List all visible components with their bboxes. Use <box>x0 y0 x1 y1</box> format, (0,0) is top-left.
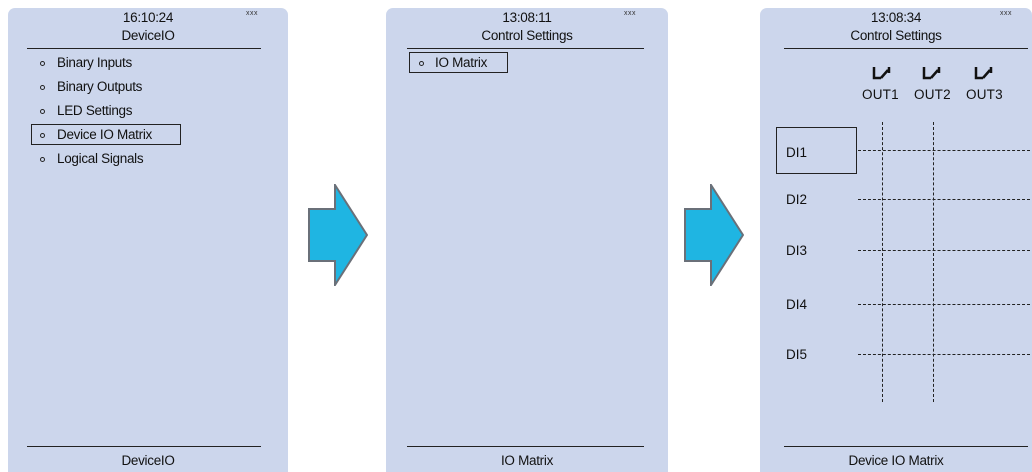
menu-item-binary-inputs[interactable]: Binary Inputs <box>8 54 288 78</box>
menu-item-logical-signals[interactable]: Logical Signals <box>8 150 288 174</box>
screen-title: DeviceIO <box>121 28 175 43</box>
menu-item-label: Device IO Matrix <box>57 127 152 142</box>
output-label-out3: OUT3 <box>966 87 1003 102</box>
matrix-row-line <box>858 354 1030 355</box>
bullet-icon <box>40 85 45 90</box>
input-row-di3[interactable]: DI3 <box>786 243 807 258</box>
footer-divider <box>27 446 261 447</box>
screen-title: Control Settings <box>481 28 573 43</box>
matrix-column-line <box>882 122 883 402</box>
footer-divider <box>407 446 644 447</box>
status-indicator: xxx <box>624 10 636 17</box>
bullet-icon <box>40 157 45 162</box>
bullet-icon <box>40 61 45 66</box>
menu-item-led-settings[interactable]: LED Settings <box>8 102 288 126</box>
menu-item-label: LED Settings <box>57 103 133 118</box>
menu-item-binary-outputs[interactable]: Binary Outputs <box>8 78 288 102</box>
title-divider <box>784 48 1028 49</box>
screen-footer: Device IO Matrix <box>848 453 944 468</box>
control-settings-screen: 13:08:11 xxx Control Settings IO Matrix … <box>386 8 668 472</box>
menu-item-label: Binary Inputs <box>57 55 132 70</box>
title-divider <box>407 48 644 49</box>
menu-list: IO Matrix <box>386 52 668 78</box>
menu-item-label: IO Matrix <box>435 55 488 70</box>
relay-contact-icon <box>872 67 891 80</box>
matrix-row-line <box>858 150 1030 151</box>
output-label-out1: OUT1 <box>862 87 899 102</box>
input-row-di1[interactable]: DI1 <box>786 145 807 160</box>
device-io-matrix-screen: 13:08:34 xxx Control Settings OUT1 OUT2 … <box>760 8 1032 472</box>
clock: 13:08:34 <box>870 10 922 25</box>
status-indicator: xxx <box>246 10 258 17</box>
menu-item-label: Binary Outputs <box>57 79 143 94</box>
bullet-icon <box>419 61 424 66</box>
deviceio-menu-screen: 16:10:24 xxx DeviceIO Binary Inputs Bina… <box>8 8 288 472</box>
bullet-icon <box>40 109 45 114</box>
screen-title: Control Settings <box>850 28 942 43</box>
status-indicator: xxx <box>1000 10 1012 17</box>
menu-item-device-io-matrix[interactable]: Device IO Matrix <box>8 124 288 150</box>
menu-item-io-matrix[interactable]: IO Matrix <box>386 52 668 78</box>
output-label-out2: OUT2 <box>914 87 951 102</box>
menu-list: Binary Inputs Binary Outputs LED Setting… <box>8 54 288 174</box>
screen-footer: IO Matrix <box>500 453 554 468</box>
right-arrow-icon <box>684 184 744 286</box>
relay-contact-icon <box>974 67 993 80</box>
footer-divider <box>784 446 1028 447</box>
relay-contact-icon <box>922 67 941 80</box>
matrix-column-line <box>933 122 934 402</box>
input-row-di4[interactable]: DI4 <box>786 297 807 312</box>
menu-item-label: Logical Signals <box>57 151 144 166</box>
matrix-row-line <box>858 304 1030 305</box>
right-arrow-icon <box>308 184 368 286</box>
input-row-di5[interactable]: DI5 <box>786 347 807 362</box>
title-divider <box>27 48 261 49</box>
matrix-row-line <box>858 199 1030 200</box>
screen-footer: DeviceIO <box>121 453 175 468</box>
input-row-di2[interactable]: DI2 <box>786 192 807 207</box>
bullet-icon <box>40 133 45 138</box>
matrix-row-line <box>858 250 1030 251</box>
